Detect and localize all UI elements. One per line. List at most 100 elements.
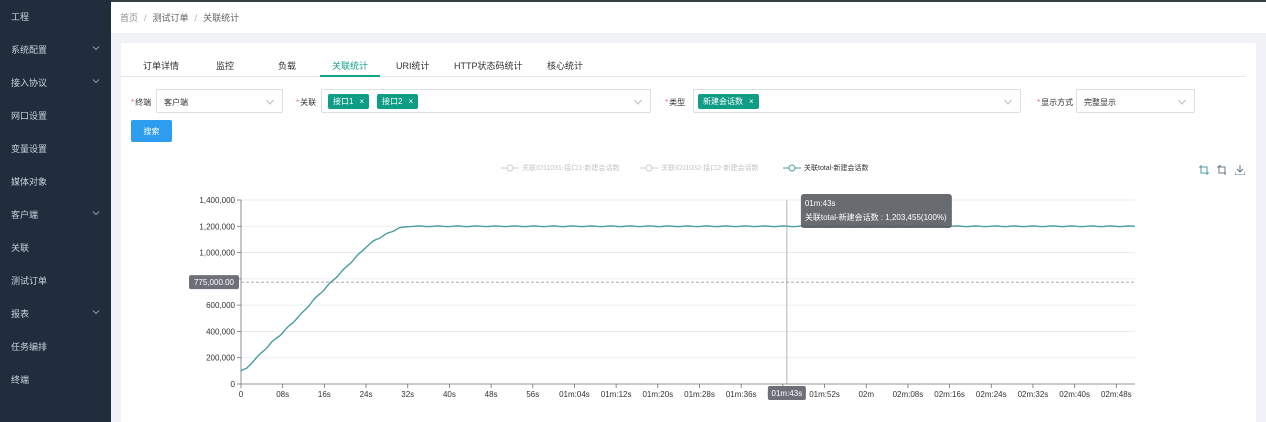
sidebar-item[interactable]: 报表 [0, 297, 111, 330]
x-tick-label: 02m:48s [1101, 390, 1132, 399]
x-tick-label: 16s [318, 390, 331, 399]
sidebar-item-label: 关联 [11, 243, 30, 253]
x-tick-label: 02m:40s [1059, 390, 1090, 399]
breadcrumb-current: 关联统计 [203, 13, 240, 23]
y-tick-label: 1,200,000 [199, 222, 235, 231]
tab-bar: 订单详情 监控 负载 关联统计 URI统计 HTTP状态码统计 核心统计 [121, 43, 1246, 77]
display-mode-label: *显示方式 [1037, 98, 1074, 107]
legend-item[interactable]: 关联total-新建会话数 [783, 163, 869, 173]
y-tick-label: 200,000 [206, 354, 235, 363]
x-tick-label: 48s [485, 390, 498, 399]
x-tick-label: 40s [443, 390, 456, 399]
breadcrumb: 首页 / 测试订单 / 关联统计 [111, 0, 1266, 33]
association-select[interactable]: 接口1 × 接口2 × [321, 89, 651, 113]
sidebar-item-label: 测试订单 [11, 276, 48, 286]
legend-line-marker [640, 164, 658, 172]
sidebar-item[interactable]: 客户端 [0, 198, 111, 231]
sidebar-item[interactable]: 变量设置 [0, 132, 111, 165]
sidebar: 工程系统配置接入协议网口设置变量设置媒体对象 客户端关联测试订单报表任务编排终端 [0, 0, 111, 422]
legend-line-marker [501, 164, 519, 172]
x-axis: 0 08s 16s 24s 32s 40s 48s 56s 01m:04s 01m:12s 01m:… [239, 384, 1132, 399]
x-tick-label: 01m:12s [601, 390, 632, 399]
chevron-down-icon [266, 99, 274, 105]
legend-item[interactable]: 关联ID11032-接口2-新建会话数 [640, 163, 759, 173]
y-tick-label: 800,000 [206, 275, 235, 284]
sidebar-item-label: 接入协议 [11, 78, 48, 88]
chevron-down-icon [634, 99, 642, 105]
tag-close-icon[interactable]: × [749, 97, 754, 106]
association-label: *关联 [296, 98, 317, 107]
chevron-down-icon [92, 46, 100, 51]
tab-monitor[interactable]: 监控 [216, 59, 234, 72]
sidebar-item-label: 工程 [11, 12, 30, 22]
type-tag: 新建会话数 × [698, 94, 759, 109]
y-axis: 0 200,000 400,000 600,000 800,000 1,000,000 1,… [199, 196, 242, 389]
endpoint-label: *终端 [131, 98, 152, 107]
endpoint-select[interactable]: 客户端 [156, 89, 283, 113]
association-tag: 接口1 × [328, 94, 370, 109]
display-mode-value: 完整显示 [1084, 98, 1116, 107]
legend-line-marker [783, 164, 801, 172]
sidebar-item-label: 变量设置 [11, 144, 48, 154]
x-tick-label: 02m:32s [1018, 390, 1049, 399]
display-mode-select[interactable]: 完整显示 [1076, 89, 1195, 113]
chart-tooltip: 01m:43s 关联total-新建会话数 : 1,203,455(100%) [800, 194, 952, 228]
chart-toolbox [1199, 164, 1246, 176]
tab-load[interactable]: 负载 [278, 59, 296, 72]
sidebar-item-label: 网口设置 [11, 111, 48, 121]
breadcrumb-separator: / [144, 12, 147, 23]
sidebar-item-label: 任务编排 [11, 342, 48, 352]
tab-uri-stats[interactable]: URI统计 [396, 59, 430, 72]
sidebar-item[interactable]: 媒体对象 [0, 165, 111, 198]
chevron-down-icon [92, 79, 100, 84]
endpoint-select-value: 客户端 [164, 98, 188, 107]
type-select[interactable]: 新建会话数 × [693, 89, 1021, 113]
association-tag: 接口2 × [377, 94, 419, 109]
tab-association-stats[interactable]: 关联统计 [332, 59, 368, 72]
tab-core-stats[interactable]: 核心统计 [547, 59, 583, 72]
sidebar-item[interactable]: 网口设置 [0, 99, 111, 132]
sidebar-item[interactable]: 工程 [0, 0, 111, 33]
x-tick-label: 24s [360, 390, 373, 399]
y-tick-label: 600,000 [206, 301, 235, 310]
x-pointer-label: 01m:43s [767, 386, 806, 400]
x-tick-label: 01m:36s [726, 390, 757, 399]
download-icon[interactable] [1234, 165, 1246, 176]
sidebar-item[interactable]: 任务编排 [0, 330, 111, 363]
x-tick-label: 08s [276, 390, 289, 399]
chevron-down-icon [92, 310, 100, 315]
legend-item[interactable]: 关联ID11031-接口1-新建会话数 [501, 163, 620, 173]
x-tick-label: 02m [858, 390, 874, 399]
tag-close-icon[interactable]: × [408, 97, 413, 106]
x-tick-label: 01m:04s [559, 390, 590, 399]
chevron-down-icon [1178, 99, 1186, 105]
breadcrumb-parent[interactable]: 测试订单 [153, 11, 189, 24]
x-tick-label: 01m:20s [642, 390, 673, 399]
x-tick-label: 01m:52s [809, 390, 840, 399]
tab-http-status-stats[interactable]: HTTP状态码统计 [454, 59, 523, 72]
tag-close-icon[interactable]: × [359, 97, 364, 106]
svg-text:01m:43s: 01m:43s [772, 389, 803, 398]
sidebar-item[interactable]: 接入协议 [0, 66, 111, 99]
chevron-down-icon [1004, 99, 1012, 105]
sidebar-item-label: 系统配置 [11, 45, 48, 55]
x-tick-label: 0 [239, 390, 244, 399]
zoom-icon[interactable] [1199, 165, 1209, 175]
zoom-reset-icon[interactable] [1217, 164, 1227, 175]
sidebar-item[interactable]: 系统配置 [0, 33, 111, 66]
search-button[interactable]: 搜索 [131, 120, 172, 142]
tooltip-title: 01m:43s [805, 199, 836, 208]
series-line [240, 225, 1136, 372]
svg-text:775,000.00: 775,000.00 [194, 278, 235, 287]
chevron-down-icon [92, 211, 100, 216]
tab-order-details[interactable]: 订单详情 [143, 59, 179, 72]
y-tick-label: 1,400,000 [199, 196, 235, 205]
breadcrumb-home[interactable]: 首页 [120, 11, 138, 24]
x-tick-label: 02m:24s [976, 390, 1007, 399]
sidebar-item[interactable]: 终端 [0, 363, 111, 396]
sidebar-item[interactable]: 关联 [0, 231, 111, 264]
x-tick-label: 56s [526, 390, 539, 399]
sidebar-item[interactable]: 测试订单 [0, 264, 111, 297]
y-tick-label: 1,000,000 [199, 249, 235, 258]
active-tab-indicator [320, 75, 380, 77]
